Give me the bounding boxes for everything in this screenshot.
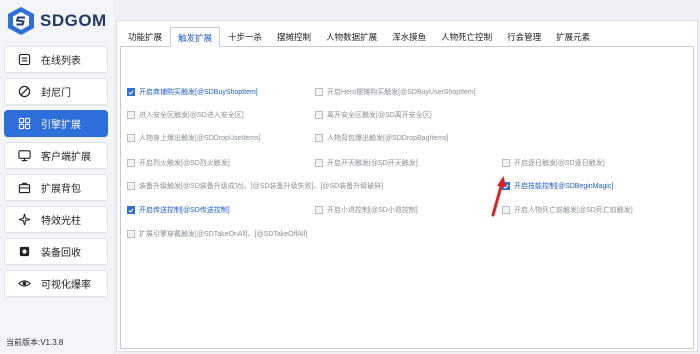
- option-label: 开启逐日触发[@SD逐日触发]: [514, 160, 605, 167]
- option-checkbox[interactable]: 离开安全区触发[@SD离开安全区]: [315, 109, 432, 121]
- option-checkbox[interactable]: 人物背包爆出触发[@SDDropBagItems]: [315, 132, 448, 144]
- option-label: 扩展引擎穿戴触发[@SDTakeOnAll]、[@SDTakeOffAll]: [139, 231, 308, 238]
- option-checkbox[interactable]: 开启技能控制[@SDBeginMagic]: [502, 180, 613, 192]
- sidebar-item-label: 装备回收: [41, 248, 81, 259]
- option-label: 开启Hero摆摊购买触发[@SDBuyUserShopItem]: [327, 89, 476, 96]
- option-checkbox[interactable]: 开启逐日触发[@SD逐日触发]: [502, 157, 605, 169]
- sidebar-item-extended-bag[interactable]: 扩展背包: [4, 174, 108, 201]
- option-label: 开启人物死亡前触发[@SD死亡前触发]: [514, 207, 633, 214]
- sidebar-item-effect-beam[interactable]: 特效光柱: [4, 206, 108, 233]
- tab-death-control[interactable]: 人物死亡控制: [434, 27, 499, 47]
- bag-icon: [17, 181, 31, 195]
- option-checkbox[interactable]: 进入安全区触发[@SD进入安全区]: [127, 109, 244, 121]
- option-label: 开启开天触发[@SD开天触发]: [327, 160, 418, 167]
- sidebar: SDGOM 在线列表 封尼门 引擎扩展 客户端扩展 扩展背包 特效光柱 装备回收…: [0, 0, 114, 354]
- logo-text: SDGOM: [40, 11, 107, 30]
- checkbox[interactable]: [315, 134, 323, 142]
- sidebar-item-label: 可视化爆率: [41, 280, 91, 291]
- sidebar-item-label: 客户端扩展: [41, 152, 91, 163]
- checkbox[interactable]: [315, 159, 323, 167]
- sparkle-icon: [17, 213, 31, 227]
- sidebar-item-visual-drop-rate[interactable]: 可视化爆率: [4, 270, 108, 297]
- checkbox[interactable]: [127, 134, 135, 142]
- list-icon: [17, 53, 31, 67]
- main-panel: 功能扩展 触发扩展 十步一杀 摆摊控制 人物数据扩展 浑水摸鱼 人物死亡控制 行…: [116, 20, 698, 352]
- option-checkbox[interactable]: 开启Hero摆摊购买触发[@SDBuyUserShopItem]: [315, 86, 476, 98]
- option-label: 进入安全区触发[@SD进入安全区]: [139, 112, 244, 119]
- option-label: 离开安全区触发[@SD离开安全区]: [327, 112, 432, 119]
- option-checkbox[interactable]: 开启开天触发[@SD开天触发]: [315, 157, 418, 169]
- sidebar-item-client-extension[interactable]: 客户端扩展: [4, 142, 108, 169]
- tab-content: 开启商铺购买触发[@SDBuyShopItem] 开启Hero摆摊购买触发[@S…: [120, 46, 694, 349]
- tab-stall-control[interactable]: 摆摊控制: [270, 27, 318, 47]
- option-checkbox[interactable]: 开启小退控制[@SD小退控制]: [315, 204, 418, 216]
- tab-guild-management[interactable]: 行会管理: [500, 27, 548, 47]
- checkbox[interactable]: [315, 206, 323, 214]
- option-checkbox[interactable]: 开启烈火触发[@SD烈火触发]: [127, 157, 230, 169]
- checkbox[interactable]: [127, 206, 135, 214]
- option-label: 人物身上爆出触发[@SDDropUseItems]: [139, 135, 261, 142]
- sidebar-item-equipment-recycle[interactable]: 装备回收: [4, 238, 108, 265]
- checkbox[interactable]: [127, 88, 135, 96]
- app-logo: SDGOM: [6, 6, 107, 36]
- tab-feature-extension[interactable]: 功能扩展: [121, 27, 169, 47]
- annotation-arrow: [491, 176, 506, 217]
- tab-bar: 功能扩展 触发扩展 十步一杀 摆摊控制 人物数据扩展 浑水摸鱼 人物死亡控制 行…: [117, 27, 598, 47]
- checkbox[interactable]: [502, 159, 510, 167]
- version-label: 当前版本:V1.3.8: [6, 338, 64, 347]
- tab-muddy-water[interactable]: 浑水摸鱼: [385, 27, 433, 47]
- sidebar-item-label: 特效光柱: [41, 216, 81, 227]
- checkbox[interactable]: [127, 230, 135, 238]
- option-checkbox[interactable]: 装备升级触发[@SD装备升级成功]、[@SD装备升级失败]、[@SD装备升级破碎…: [127, 180, 383, 192]
- sidebar-item-ban[interactable]: 封尼门: [4, 78, 108, 105]
- eye-icon: [17, 277, 31, 291]
- option-label: 开启小退控制[@SD小退控制]: [327, 207, 418, 214]
- sidebar-item-label: 扩展背包: [41, 184, 81, 195]
- tab-ten-step-kill[interactable]: 十步一杀: [221, 27, 269, 47]
- sidebar-item-label: 封尼门: [41, 88, 71, 99]
- sidebar-item-engine-extension[interactable]: 引擎扩展: [4, 110, 108, 137]
- checkbox[interactable]: [127, 111, 135, 119]
- ban-icon: [17, 85, 31, 99]
- option-label: 人物背包爆出触发[@SDDropBagItems]: [327, 135, 449, 142]
- sidebar-item-label: 在线列表: [41, 56, 81, 67]
- option-label: 开启商铺购买触发[@SDBuyShopItem]: [139, 89, 258, 96]
- checkbox[interactable]: [127, 182, 135, 190]
- option-checkbox[interactable]: 开启人物死亡前触发[@SD死亡前触发]: [502, 204, 633, 216]
- option-label: 开启技能控制[@SDBeginMagic]: [514, 183, 614, 190]
- option-checkbox[interactable]: 开启商铺购买触发[@SDBuyShopItem]: [127, 86, 258, 98]
- option-checkbox[interactable]: 扩展引擎穿戴触发[@SDTakeOnAll]、[@SDTakeOffAll]: [127, 228, 307, 240]
- tab-extension-elements[interactable]: 扩展元素: [549, 27, 597, 47]
- option-label: 开启传送控制[@SD传送控制]: [139, 207, 230, 214]
- tab-trigger-extension[interactable]: 触发扩展: [170, 27, 221, 47]
- tab-character-data-extension[interactable]: 人物数据扩展: [319, 27, 384, 47]
- checkbox[interactable]: [315, 88, 323, 96]
- checkmark-icon: [128, 208, 134, 213]
- checkbox[interactable]: [127, 159, 135, 167]
- option-label: 开启烈火触发[@SD烈火触发]: [139, 160, 230, 167]
- checkbox[interactable]: [315, 111, 323, 119]
- option-checkbox[interactable]: 人物身上爆出触发[@SDDropUseItems]: [127, 132, 260, 144]
- recycle-icon: [17, 245, 31, 259]
- monitor-icon: [17, 149, 31, 163]
- logo-icon: [8, 7, 34, 35]
- option-checkbox[interactable]: 开启传送控制[@SD传送控制]: [127, 204, 230, 216]
- option-label: 装备升级触发[@SD装备升级成功]、[@SD装备升级失败]、[@SD装备升级破碎…: [139, 183, 384, 190]
- sidebar-item-online-list[interactable]: 在线列表: [4, 46, 108, 73]
- checkmark-icon: [128, 90, 134, 95]
- grid-icon: [17, 117, 31, 131]
- sidebar-item-label: 引擎扩展: [41, 120, 81, 131]
